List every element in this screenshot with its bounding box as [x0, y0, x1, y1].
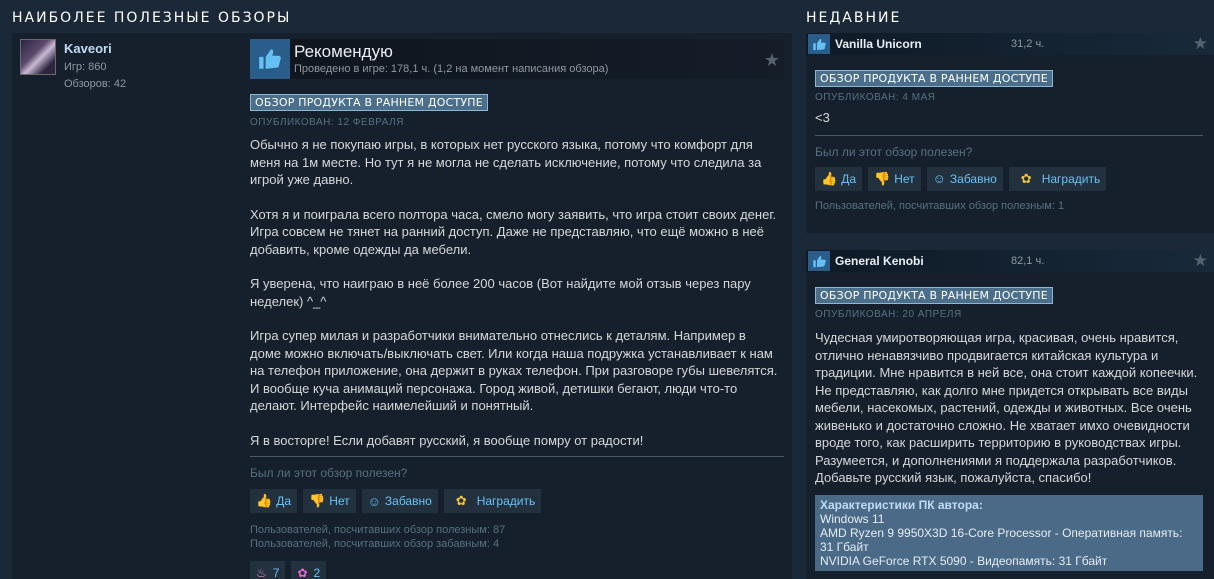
- award-label: Наградить: [1041, 171, 1101, 186]
- award-count: 7: [272, 566, 280, 579]
- review-paragraph: Я в восторге! Если добавят русский, я во…: [250, 432, 644, 448]
- vote-yes-label: Да: [276, 494, 291, 508]
- vote-no-button[interactable]: 👎 Нет: [868, 166, 921, 191]
- review-paragraph: Я уверена, что наиграю в неё более 200 ч…: [250, 276, 751, 309]
- divider: [250, 456, 784, 457]
- posted-date: ОПУБЛИКОВАН: 12 ФЕВРАЛЯ: [250, 117, 404, 128]
- spec-line: NVIDIA GeForce RTX 5090 - Видеопамять: 3…: [820, 553, 1108, 568]
- playtime: 82,1 ч.: [1011, 255, 1045, 267]
- playtime: 31,2 ч.: [1011, 38, 1045, 50]
- vote-header[interactable]: Рекомендую Проведено в игре: 178,1 ч. (1…: [250, 39, 784, 79]
- pc-specs: Характеристики ПК автора: Windows 11 AMD…: [815, 494, 1203, 571]
- cake-icon: ♨: [256, 566, 267, 579]
- vote-funny-button[interactable]: ☺ Забавно: [361, 489, 438, 513]
- review-paragraph: Обычно я не покупаю игры, в которых нет …: [250, 137, 762, 187]
- playtime: Проведено в игре: 178,1 ч. (1,2 на момен…: [294, 63, 609, 75]
- award-count: 2: [313, 566, 321, 579]
- posted-date: ОПУБЛИКОВАН: 4 МАЯ: [815, 92, 936, 103]
- funny-count: Пользователей, посчитавших обзор забавны…: [250, 538, 500, 550]
- author-games[interactable]: Игр: 860: [64, 61, 107, 73]
- posted-date: ОПУБЛИКОВАН: 20 АПРЕЛЯ: [815, 309, 962, 320]
- thumbs-up-icon: 👍: [256, 493, 273, 508]
- awards-row: ♨ 7 ✿ 2: [250, 561, 784, 579]
- author-name[interactable]: Kaveori: [64, 41, 112, 56]
- thumbs-down-icon: 👎: [309, 493, 326, 508]
- vote-no-label: Нет: [894, 171, 915, 186]
- recent-review-card: General Kenobi 82,1 ч. ★ ОБЗОР ПРОДУКТА …: [806, 250, 1214, 579]
- thumbs-up-icon: [808, 34, 830, 54]
- vote-no-label: Нет: [329, 494, 350, 508]
- main-review-card: Kaveori Игр: 860 Обзоров: 42 Рекомендую …: [12, 33, 792, 579]
- divider: [815, 134, 1203, 136]
- review-body: Рекомендую Проведено в игре: 178,1 ч. (1…: [250, 39, 784, 579]
- review-text: <3: [815, 110, 830, 125]
- recent-review-card: Vanilla Unicorn 31,2 ч. ★ ОБЗОР ПРОДУКТА…: [806, 33, 1214, 233]
- smiley-icon: ☺: [367, 493, 381, 509]
- early-access-badge: ОБЗОР ПРОДУКТА В РАННЕМ ДОСТУПЕ: [815, 70, 1053, 87]
- thumbs-down-icon: 👎: [874, 170, 891, 186]
- award-icon: ✿: [449, 489, 473, 513]
- award-button[interactable]: ✿ Наградить: [443, 489, 542, 513]
- early-access-badge: ОБЗОР ПРОДУКТА В РАННЕМ ДОСТУПЕ: [250, 94, 488, 111]
- early-access-badge: ОБЗОР ПРОДУКТА В РАННЕМ ДОСТУПЕ: [815, 287, 1053, 304]
- author-reviews[interactable]: Обзоров: 42: [64, 78, 126, 90]
- award-label: Наградить: [476, 494, 536, 508]
- flower-icon: ✿: [297, 566, 308, 579]
- star-icon[interactable]: ★: [1193, 251, 1208, 271]
- review-text: Обычно я не покупаю игры, в которых нет …: [250, 136, 780, 449]
- vote-yes-button[interactable]: 👍 Да: [250, 489, 297, 513]
- helpful-question: Был ли этот обзор полезен?: [815, 144, 973, 159]
- spec-line: AMD Ryzen 9 9950X3D 16-Core Processor - …: [820, 525, 1183, 554]
- most-helpful-title: НАИБОЛЕЕ ПОЛЕЗНЫЕ ОБЗОРЫ: [12, 10, 292, 26]
- avatar[interactable]: [20, 39, 56, 75]
- vote-buttons: 👍 Да 👎 Нет ☺ Забавно ✿ Наградить: [250, 489, 784, 513]
- specs-title: Характеристики ПК автора:: [820, 497, 983, 512]
- helpful-count: Пользователей, посчитавших обзор полезны…: [250, 524, 506, 536]
- vote-yes-label: Да: [841, 171, 856, 186]
- vote-no-button[interactable]: 👎 Нет: [303, 489, 356, 513]
- reviewer-name[interactable]: General Kenobi: [835, 254, 924, 268]
- review-paragraph: Хотя я и поиграла всего полтора часа, см…: [250, 206, 777, 257]
- vote-funny-label: Забавно: [949, 171, 997, 186]
- helpful-count: Пользователей, посчитавших обзор полезны…: [815, 199, 1065, 212]
- helpful-question: Был ли этот обзор полезен?: [250, 466, 408, 480]
- vote-buttons: 👍 Да 👎 Нет ☺ Забавно ✿ Наградить: [815, 166, 1205, 191]
- vote-counts: Пользователей, посчитавших обзор полезны…: [250, 523, 784, 551]
- recent-review-header[interactable]: General Kenobi 82,1 ч. ★: [806, 250, 1214, 272]
- award-button[interactable]: ✿ Наградить: [1008, 166, 1107, 191]
- star-icon[interactable]: ★: [764, 50, 780, 71]
- smiley-icon: ☺: [932, 171, 946, 186]
- recent-review-header[interactable]: Vanilla Unicorn 31,2 ч. ★: [806, 33, 1214, 55]
- verdict-title: Рекомендую: [294, 42, 393, 61]
- thumbs-up-icon: [250, 39, 290, 79]
- thumbs-up-icon: [808, 251, 830, 271]
- recent-title: НЕДАВНИЕ: [806, 10, 902, 26]
- vote-funny-label: Забавно: [384, 494, 432, 508]
- review-text: Чудесная умиротворяющая игра, красивая, …: [815, 330, 1198, 485]
- award-flower[interactable]: ✿ 2: [291, 561, 327, 579]
- review-paragraph: Игра супер милая и разработчики внимател…: [250, 328, 778, 413]
- star-icon[interactable]: ★: [1193, 34, 1208, 54]
- award-icon: ✿: [1014, 166, 1038, 191]
- vote-yes-button[interactable]: 👍 Да: [815, 166, 862, 191]
- vote-funny-button[interactable]: ☺ Забавно: [926, 166, 1003, 191]
- reviewer-name[interactable]: Vanilla Unicorn: [835, 37, 922, 51]
- spec-line: Windows 11: [820, 511, 885, 526]
- award-cake[interactable]: ♨ 7: [250, 561, 286, 579]
- thumbs-up-icon: 👍: [821, 170, 838, 186]
